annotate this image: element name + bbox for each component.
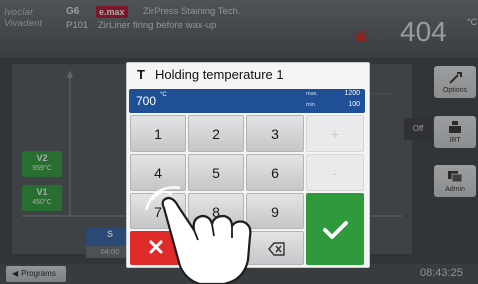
key-3[interactable]: 3 bbox=[246, 115, 304, 152]
min-value: 100 bbox=[348, 101, 360, 108]
checkmark-icon bbox=[323, 221, 348, 239]
key-minus[interactable]: - bbox=[306, 154, 364, 191]
entered-value: 700 bbox=[136, 94, 157, 108]
max-value: 1200 bbox=[344, 90, 360, 97]
min-label: min. bbox=[306, 102, 317, 108]
key-2[interactable]: 2 bbox=[188, 115, 244, 152]
parameter-letter: T bbox=[137, 67, 145, 82]
confirm-button[interactable] bbox=[306, 193, 364, 265]
key-plus[interactable]: + bbox=[306, 115, 364, 152]
value-unit: °C bbox=[160, 92, 167, 98]
dialog-title: Holding temperature 1 bbox=[155, 67, 284, 82]
touch-hand-icon bbox=[144, 186, 252, 284]
max-label: max. bbox=[306, 91, 318, 97]
key-1[interactable]: 1 bbox=[130, 115, 186, 152]
